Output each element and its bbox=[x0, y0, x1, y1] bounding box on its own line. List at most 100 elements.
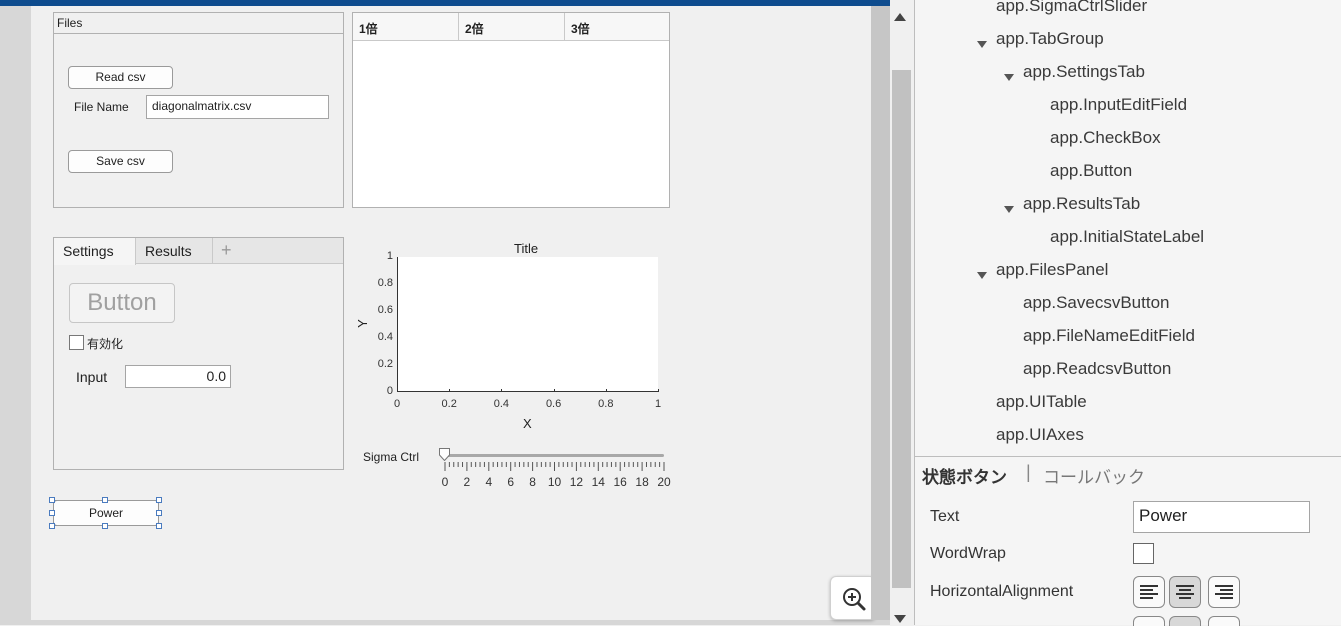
slider-tick-label: 8 bbox=[529, 475, 536, 489]
table-column-header[interactable]: 2倍 bbox=[459, 13, 565, 41]
x-tick-label: 0.2 bbox=[441, 398, 457, 410]
file-name-field[interactable]: diagonalmatrix.csv bbox=[146, 95, 329, 119]
tree-node[interactable]: app.FileNameEditField bbox=[1023, 326, 1195, 346]
wordwrap-checkbox[interactable] bbox=[1133, 543, 1154, 564]
align-left-button[interactable] bbox=[1133, 576, 1165, 608]
x-tick-mark bbox=[553, 389, 555, 392]
resize-handle[interactable] bbox=[49, 523, 55, 529]
align-right-icon bbox=[1215, 585, 1233, 599]
component-browser: app.SigmaCtrlSlider app.TabGroup app.Setti… bbox=[915, 0, 1341, 456]
resize-handle[interactable] bbox=[156, 497, 162, 503]
tab-group[interactable]: Settings Results + Button 有効化 Input 0.0 bbox=[53, 237, 344, 470]
x-tick-label: 0 bbox=[393, 398, 401, 410]
slider-tick-label: 10 bbox=[547, 475, 562, 489]
prop-wordwrap-label: WordWrap bbox=[930, 545, 1006, 562]
align-right-button[interactable] bbox=[1208, 576, 1240, 608]
align-center-icon bbox=[1176, 585, 1194, 599]
slider-tick-label: 16 bbox=[613, 475, 627, 489]
x-tick-label: 0.8 bbox=[598, 398, 614, 410]
file-name-label: File Name bbox=[74, 100, 129, 114]
x-tick-mark bbox=[449, 389, 451, 392]
input-label: Input bbox=[76, 369, 108, 385]
tree-node[interactable]: app.SettingsTab bbox=[1023, 62, 1145, 82]
table-column-header[interactable]: 3倍 bbox=[565, 13, 669, 41]
resize-handle[interactable] bbox=[49, 497, 55, 503]
zoom-button[interactable] bbox=[830, 576, 876, 620]
add-tab-icon[interactable]: + bbox=[221, 240, 232, 261]
tree-node[interactable]: app.TabGroup bbox=[996, 29, 1104, 49]
checkbox-label: 有効化 bbox=[87, 337, 124, 351]
tree-expand-arrow-icon[interactable] bbox=[977, 272, 987, 279]
align-center-button[interactable] bbox=[1169, 576, 1201, 608]
input-field[interactable]: 0.0 bbox=[125, 365, 231, 388]
read-csv-button[interactable]: Read csv bbox=[68, 66, 173, 89]
tree-node[interactable]: app.SigmaCtrlSlider bbox=[996, 0, 1147, 16]
slider-tick-label: 20 bbox=[657, 475, 671, 489]
resize-handle[interactable] bbox=[156, 510, 162, 516]
enable-checkbox[interactable] bbox=[69, 335, 84, 350]
inspector-tab-properties[interactable]: 状態ボタン bbox=[922, 463, 1007, 488]
tab-settings[interactable]: Settings bbox=[54, 238, 136, 265]
x-tick-label: 0.6 bbox=[545, 398, 562, 410]
tree-node[interactable]: app.UIAxes bbox=[996, 425, 1084, 445]
x-tick-mark bbox=[501, 389, 503, 392]
slider-tick-label: 0 bbox=[441, 475, 449, 489]
scroll-up-arrow-icon[interactable] bbox=[894, 13, 906, 21]
sigma-slider[interactable]: Sigma Ctrl 0 2 4 6 8 10 12 14 16 18 20 bbox=[352, 440, 682, 495]
inspector-tab-callbacks[interactable]: コールバック bbox=[1043, 463, 1145, 488]
ui-table[interactable]: 1倍 2倍 3倍 bbox=[352, 12, 670, 208]
tree-node[interactable]: app.InitialStateLabel bbox=[1050, 227, 1204, 247]
slider-tick-label: 4 bbox=[485, 475, 493, 489]
x-tick-mark bbox=[397, 389, 398, 392]
files-panel[interactable]: Files Read csv File Name diagonalmatrix.… bbox=[53, 12, 344, 208]
prop-halign-label: HorizontalAlignment bbox=[930, 583, 1074, 600]
scroll-down-arrow-icon[interactable] bbox=[894, 615, 906, 623]
y-tick-label: 0.2 bbox=[377, 358, 393, 370]
property-inspector: 状態ボタン | コールバック Text Power WordWrap Horiz… bbox=[915, 456, 1341, 626]
resize-handle[interactable] bbox=[156, 523, 162, 529]
ui-axes[interactable]: Title Y X 0 0.2 0.4 0.6 0.8 1 0 0.2 0.4 0.6 0.8 1 bbox=[352, 236, 672, 436]
axes-title: Title bbox=[514, 241, 539, 256]
x-tick-mark bbox=[658, 389, 659, 392]
axes-ylabel: Y bbox=[354, 319, 370, 328]
tree-node[interactable]: app.UITable bbox=[996, 392, 1087, 412]
resize-handle[interactable] bbox=[102, 523, 108, 529]
tree-node[interactable]: app.SavecsvButton bbox=[1023, 293, 1169, 313]
tab-results[interactable]: Results bbox=[136, 238, 213, 264]
files-panel-title: Files bbox=[54, 13, 343, 34]
resize-handle[interactable] bbox=[49, 510, 55, 516]
axes-plot-area[interactable] bbox=[397, 257, 658, 392]
tree-node[interactable]: app.InputEditField bbox=[1050, 95, 1187, 115]
save-csv-button[interactable]: Save csv bbox=[68, 150, 173, 173]
tree-expand-arrow-icon[interactable] bbox=[977, 41, 987, 48]
y-tick-label: 0 bbox=[386, 385, 393, 397]
prop-text-field[interactable]: Power bbox=[1133, 501, 1310, 533]
tree-node[interactable]: app.ReadcsvButton bbox=[1023, 359, 1171, 379]
canvas-scroll-gutter bbox=[871, 6, 890, 620]
x-tick-mark bbox=[605, 389, 607, 392]
tree-node[interactable]: app.Button bbox=[1050, 161, 1132, 181]
x-tick-label: 1 bbox=[654, 398, 662, 410]
tree-node[interactable]: app.CheckBox bbox=[1050, 128, 1161, 148]
tree-expand-arrow-icon[interactable] bbox=[1004, 206, 1014, 213]
slider-tick-label: 14 bbox=[591, 475, 605, 489]
disabled-button[interactable]: Button bbox=[69, 283, 175, 323]
prop-text-label: Text bbox=[930, 508, 960, 525]
axes-xlabel: X bbox=[523, 416, 532, 431]
table-column-header[interactable]: 1倍 bbox=[353, 13, 459, 41]
scrollbar-thumb[interactable] bbox=[892, 70, 911, 588]
tree-node[interactable]: app.FilesPanel bbox=[996, 260, 1108, 280]
inspector-tab-separator: | bbox=[1026, 462, 1031, 482]
tree-node[interactable]: app.ResultsTab bbox=[1023, 194, 1140, 214]
y-tick-label: 0.4 bbox=[377, 331, 393, 343]
tree-expand-arrow-icon[interactable] bbox=[1004, 74, 1014, 81]
x-tick-label: 0.4 bbox=[493, 398, 510, 410]
slider-tick-label: 18 bbox=[635, 475, 649, 489]
slider-tick-label: 6 bbox=[507, 475, 515, 489]
y-tick-label: 0.8 bbox=[377, 277, 393, 289]
slider-tick-label: 12 bbox=[569, 475, 584, 489]
y-tick-label: 1 bbox=[386, 250, 393, 262]
slider-tick-label: 2 bbox=[463, 475, 471, 489]
resize-handle[interactable] bbox=[102, 497, 108, 503]
y-tick-label: 0.6 bbox=[377, 304, 393, 316]
